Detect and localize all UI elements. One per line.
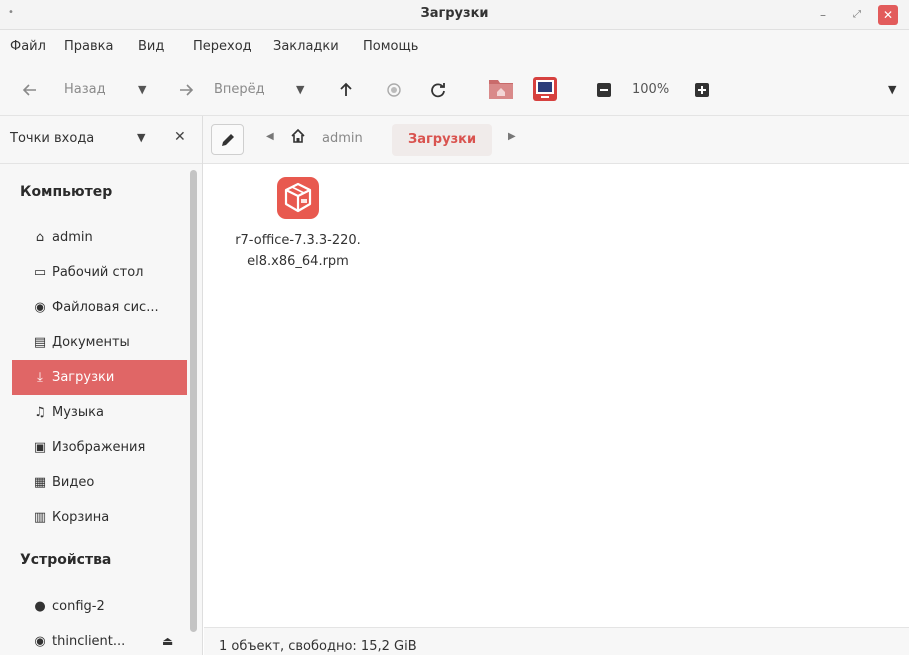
zoom-in-icon[interactable]: [695, 78, 709, 102]
pencil-icon: [222, 134, 234, 146]
crumb-right-arrow-icon[interactable]: ▶: [508, 131, 516, 142]
sidebar: Компьютер ⌂ admin ▭ Рабочий стол ◉ Файловая…: [0, 164, 203, 655]
file-item[interactable]: r7-office-7.3.3-220. el8.x86_64.rpm: [228, 176, 368, 272]
window-title: Загрузки: [420, 6, 489, 21]
toolbar-overflow-dropdown-icon[interactable]: ▼: [888, 78, 896, 102]
menu-edit[interactable]: Правка: [64, 39, 113, 54]
sidebar-item-label: Корзина: [52, 510, 110, 525]
sidebar-item-label: Загрузки: [52, 370, 115, 385]
menu-go[interactable]: Переход: [193, 39, 252, 54]
zoom-out-icon[interactable]: [597, 78, 611, 102]
rpm-package-icon: [276, 176, 320, 220]
breadcrumb-current[interactable]: Загрузки: [392, 124, 493, 156]
file-view[interactable]: r7-office-7.3.3-220. el8.x86_64.rpm: [204, 164, 909, 627]
menu-file[interactable]: Файл: [10, 39, 46, 54]
status-bar: 1 объект, свободно: 15,2 GiB: [204, 627, 909, 655]
sidebar-item-documents[interactable]: ▤ Документы: [12, 325, 187, 360]
eject-icon[interactable]: ⏏: [162, 634, 173, 648]
menu-view[interactable]: Вид: [138, 39, 164, 54]
minimize-button[interactable]: –: [812, 4, 834, 26]
sidebar-item-label: thinclient...: [52, 634, 126, 649]
sidebar-item-trash[interactable]: ▥ Корзина: [12, 500, 187, 535]
sidebar-item-video[interactable]: ▦ Видео: [12, 465, 187, 500]
status-text: 1 объект, свободно: 15,2 GiB: [219, 639, 417, 654]
sidebar-item-downloads[interactable]: ⤓ Загрузки: [12, 360, 187, 395]
disk-icon: ◉: [34, 634, 46, 649]
close-button[interactable]: ✕: [878, 5, 898, 25]
title-bar: • Загрузки – ⤢ ✕: [0, 0, 909, 30]
sidebar-close-icon[interactable]: ✕: [174, 129, 186, 145]
sidebar-item-label: Файловая сис...: [52, 300, 159, 315]
sidebar-mode-dropdown-icon[interactable]: ▼: [137, 131, 145, 144]
sidebar-item-config-2[interactable]: ● config-2: [12, 589, 187, 624]
sidebar-item-label: Документы: [52, 335, 130, 350]
sidebar-item-admin[interactable]: ⌂ admin: [12, 220, 187, 255]
disk-icon: ◉: [34, 300, 46, 315]
trash-icon: ▥: [33, 510, 47, 525]
menu-help[interactable]: Помощь: [363, 39, 418, 54]
breadcrumb-home-icon[interactable]: [290, 128, 306, 148]
sidebar-item-label: Видео: [52, 475, 95, 490]
sidebar-item-label: Изображения: [52, 440, 146, 455]
file-name-line1: r7-office-7.3.3-220.: [235, 233, 361, 248]
pictures-icon: ▣: [33, 440, 47, 455]
sidebar-item-label: config-2: [52, 599, 105, 614]
sidebar-mode-label[interactable]: Точки входа: [10, 131, 94, 146]
file-name-line2: el8.x86_64.rpm: [247, 254, 349, 269]
downloads-icon: ⤓: [37, 370, 43, 385]
section-title-computer: Компьютер: [20, 184, 113, 200]
edit-location-button[interactable]: [211, 124, 244, 155]
sidebar-item-label: Музыка: [52, 405, 104, 420]
sidebar-item-label: Рабочий стол: [52, 265, 144, 280]
sidebar-item-thinclient[interactable]: ◉ thinclient...: [12, 624, 187, 655]
section-title-devices: Устройства: [20, 552, 112, 568]
video-icon: ▦: [33, 475, 47, 490]
zoom-level: 100%: [632, 82, 670, 97]
forward-history-dropdown-icon[interactable]: ▼: [296, 78, 304, 102]
sidebar-item-pictures[interactable]: ▣ Изображения: [12, 430, 187, 465]
back-history-dropdown-icon[interactable]: ▼: [138, 78, 146, 102]
drive-icon: ●: [34, 599, 46, 614]
file-name: r7-office-7.3.3-220. el8.x86_64.rpm: [228, 230, 368, 272]
sidebar-header: Точки входа ▼ ✕: [0, 116, 203, 164]
documents-icon: ▤: [33, 335, 47, 350]
forward-arrow-icon[interactable]: [178, 78, 194, 102]
back-arrow-icon[interactable]: [22, 78, 38, 102]
music-icon: ♫: [34, 405, 46, 420]
menu-bar: Файл Правка Вид Переход Закладки Помощь: [0, 30, 909, 64]
sidebar-item-label: admin: [52, 230, 93, 245]
sidebar-item-desktop[interactable]: ▭ Рабочий стол: [12, 255, 187, 290]
sidebar-item-filesystem[interactable]: ◉ Файловая сис...: [12, 290, 187, 325]
maximize-button[interactable]: ⤢: [846, 4, 868, 26]
sidebar-item-music[interactable]: ♫ Музыка: [12, 395, 187, 430]
reload-icon[interactable]: [430, 78, 446, 102]
sidebar-scrollbar[interactable]: [190, 170, 197, 632]
toolbar: Назад ▼ Вперёд ▼ 100% ▼: [0, 64, 909, 116]
back-button[interactable]: Назад: [64, 78, 106, 102]
location-bar: Точки входа ▼ ✕ ◀ admin Загрузки ▶: [0, 116, 909, 164]
stop-icon[interactable]: [386, 78, 402, 102]
desktop-icon: ▭: [33, 265, 47, 280]
breadcrumb-admin[interactable]: admin: [322, 131, 363, 146]
crumb-left-arrow-icon[interactable]: ◀: [266, 131, 274, 142]
home-folder-icon[interactable]: [488, 76, 514, 100]
up-arrow-icon[interactable]: [338, 78, 354, 102]
home-icon: ⌂: [35, 230, 45, 245]
menu-bookmarks[interactable]: Закладки: [273, 39, 339, 54]
forward-button[interactable]: Вперёд: [214, 78, 265, 102]
computer-icon[interactable]: [532, 76, 558, 101]
